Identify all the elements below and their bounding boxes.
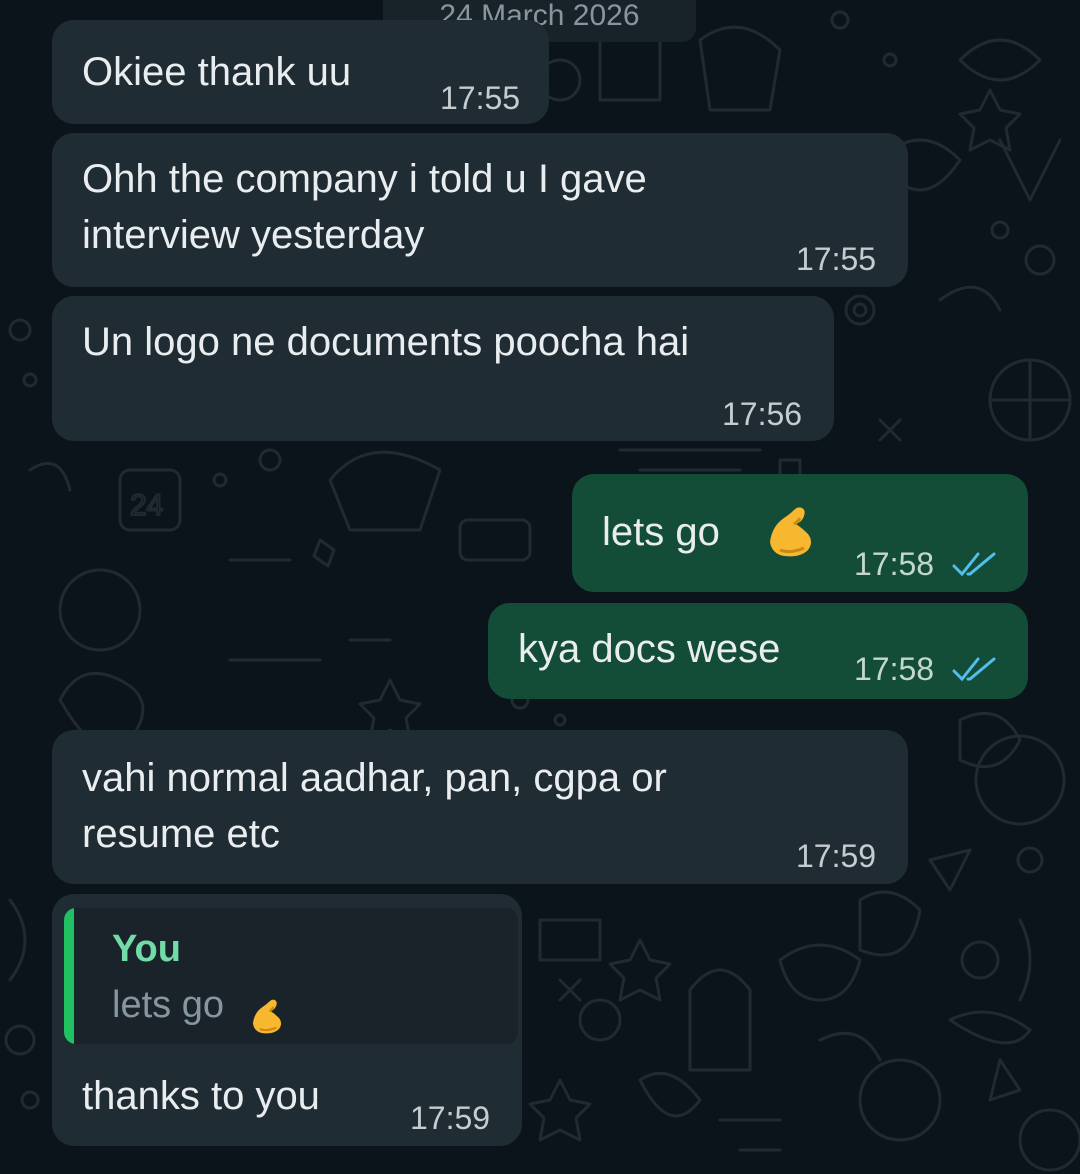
- incoming-message[interactable]: Ohh the company i told u I gave intervie…: [52, 133, 908, 287]
- read-receipt-icon: [952, 552, 996, 577]
- flexed-biceps-emoji: [252, 999, 282, 1034]
- quote-text: lets go: [112, 984, 224, 1026]
- message-text: Un logo ne documents poocha hai: [82, 320, 690, 364]
- message-text: thanks to you: [82, 1074, 320, 1118]
- outgoing-message[interactable]: lets go 17:58: [572, 474, 1028, 592]
- flexed-biceps-emoji: [770, 507, 811, 557]
- message-time: 17:59: [410, 1100, 491, 1136]
- message-time: 17:59: [796, 838, 877, 874]
- incoming-message[interactable]: vahi normal aadhar, pan, cgpa or resume …: [52, 730, 908, 884]
- message-text: kya docs wese: [518, 627, 781, 671]
- outgoing-message[interactable]: kya docs wese 17:58: [488, 603, 1028, 699]
- message-time: 17:56: [722, 396, 803, 432]
- read-receipt-icon: [952, 657, 996, 682]
- chat-area[interactable]: 24 24 March 2026 Okiee thank uu 17:55 Oh…: [0, 0, 1080, 1174]
- message-time: 17:55: [796, 241, 877, 277]
- quoted-message[interactable]: You lets go: [64, 908, 518, 1044]
- incoming-message-with-reply[interactable]: You lets go thanks to you 17:59: [52, 894, 522, 1146]
- message-time: 17:55: [440, 80, 521, 116]
- quote-author: You: [112, 928, 181, 970]
- message-text-line-1: Ohh the company i told u I gave: [82, 157, 647, 201]
- message-text: lets go: [602, 510, 720, 554]
- message-time: 17:58: [854, 546, 935, 582]
- quote-accent-bar: [64, 908, 74, 1044]
- message-text-line-1: vahi normal aadhar, pan, cgpa or: [82, 756, 667, 800]
- message-time: 17:58: [854, 651, 935, 687]
- svg-text:24: 24: [130, 489, 163, 522]
- incoming-message[interactable]: Un logo ne documents poocha hai 17:56: [52, 296, 834, 441]
- message-text-line-2: interview yesterday: [82, 213, 425, 257]
- message-text-line-2: resume etc: [82, 812, 280, 856]
- message-text: Okiee thank uu: [82, 50, 352, 94]
- incoming-message[interactable]: Okiee thank uu 17:55: [52, 20, 549, 124]
